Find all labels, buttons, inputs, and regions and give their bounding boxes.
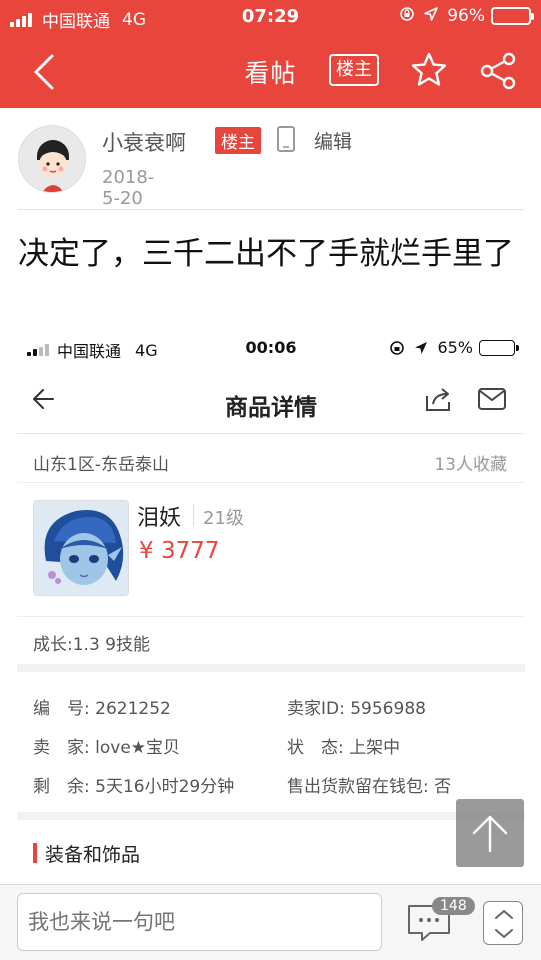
pet-portrait bbox=[33, 500, 129, 596]
rotation-lock-icon bbox=[399, 6, 415, 26]
item-number: 编 号: 2621252 bbox=[33, 699, 171, 719]
screenshot-nav-bar: 商品详情 bbox=[17, 378, 525, 434]
pet-level: 21级 bbox=[203, 508, 244, 529]
page-title: 看帖 bbox=[244, 59, 297, 88]
battery-icon bbox=[479, 339, 519, 356]
favorites-count: 13人收藏 bbox=[434, 455, 507, 475]
seller-id: 卖家ID: 5956988 bbox=[287, 699, 426, 719]
location-icon bbox=[423, 6, 439, 26]
up-down-chevron-icon bbox=[495, 910, 513, 938]
divider bbox=[18, 209, 524, 210]
arrow-up-icon bbox=[472, 815, 508, 853]
divider bbox=[17, 482, 525, 483]
favorite-star-icon[interactable] bbox=[410, 51, 448, 89]
edit-link[interactable]: 编辑 bbox=[314, 127, 352, 154]
seller-name: 卖 家: love★宝贝 bbox=[33, 738, 181, 758]
battery-percent: 65% bbox=[437, 338, 473, 357]
rotation-lock-icon bbox=[390, 340, 405, 355]
server-label: 山东1区-东岳泰山 bbox=[33, 455, 169, 475]
embedded-screenshot[interactable]: 中国联通 4G 00:06 65% 商品详情 山东1区-东岳泰山 13人收藏 泪… bbox=[17, 328, 525, 884]
screenshot-status-bar: 中国联通 4G 00:06 65% bbox=[17, 338, 525, 362]
share-icon bbox=[426, 388, 450, 411]
avatar[interactable] bbox=[18, 125, 86, 193]
share-icon[interactable] bbox=[478, 51, 518, 91]
mobile-device-icon bbox=[277, 126, 295, 152]
top-bar: 中国联通 4G 07:29 96% 看帖 楼主 bbox=[0, 0, 541, 108]
only-owner-button[interactable]: 楼主 bbox=[329, 54, 379, 86]
post-title: 决定了，三千二出不了手就烂手里了 bbox=[18, 236, 514, 272]
battery-percent: 96% bbox=[447, 6, 485, 26]
post-date: 2018-5-20 bbox=[102, 167, 155, 209]
comment-input[interactable] bbox=[17, 893, 382, 951]
section-marker bbox=[33, 843, 37, 863]
comment-count-badge: 148 bbox=[432, 897, 475, 915]
pet-name: 泪妖 bbox=[137, 506, 182, 531]
owner-badge: 楼主 bbox=[215, 127, 261, 154]
wallet-setting: 售出货款留在钱包: 否 bbox=[287, 777, 452, 797]
author-name[interactable]: 小衰衰啊 bbox=[102, 127, 186, 157]
battery-icon bbox=[491, 7, 534, 25]
section-title: 装备和饰品 bbox=[45, 844, 141, 866]
section-gap bbox=[17, 812, 525, 820]
location-icon bbox=[415, 341, 428, 354]
nav-bar: 看帖 楼主 bbox=[0, 36, 541, 108]
time-remaining: 剩 余: 5天16小时29分钟 bbox=[33, 777, 235, 797]
separator bbox=[193, 504, 194, 526]
status-bar: 中国联通 4G 07:29 96% bbox=[0, 0, 541, 36]
bottom-bar: 148 bbox=[0, 884, 541, 960]
mail-icon bbox=[478, 388, 506, 410]
growth-info: 成长:1.3 9技能 bbox=[33, 635, 150, 655]
price: ¥ 3777 bbox=[139, 538, 220, 564]
section-gap bbox=[17, 664, 525, 672]
back-to-top-button[interactable] bbox=[456, 799, 524, 867]
listing-state: 状 态: 上架中 bbox=[287, 738, 401, 758]
divider bbox=[17, 616, 525, 617]
page-nav-button[interactable] bbox=[483, 901, 523, 945]
